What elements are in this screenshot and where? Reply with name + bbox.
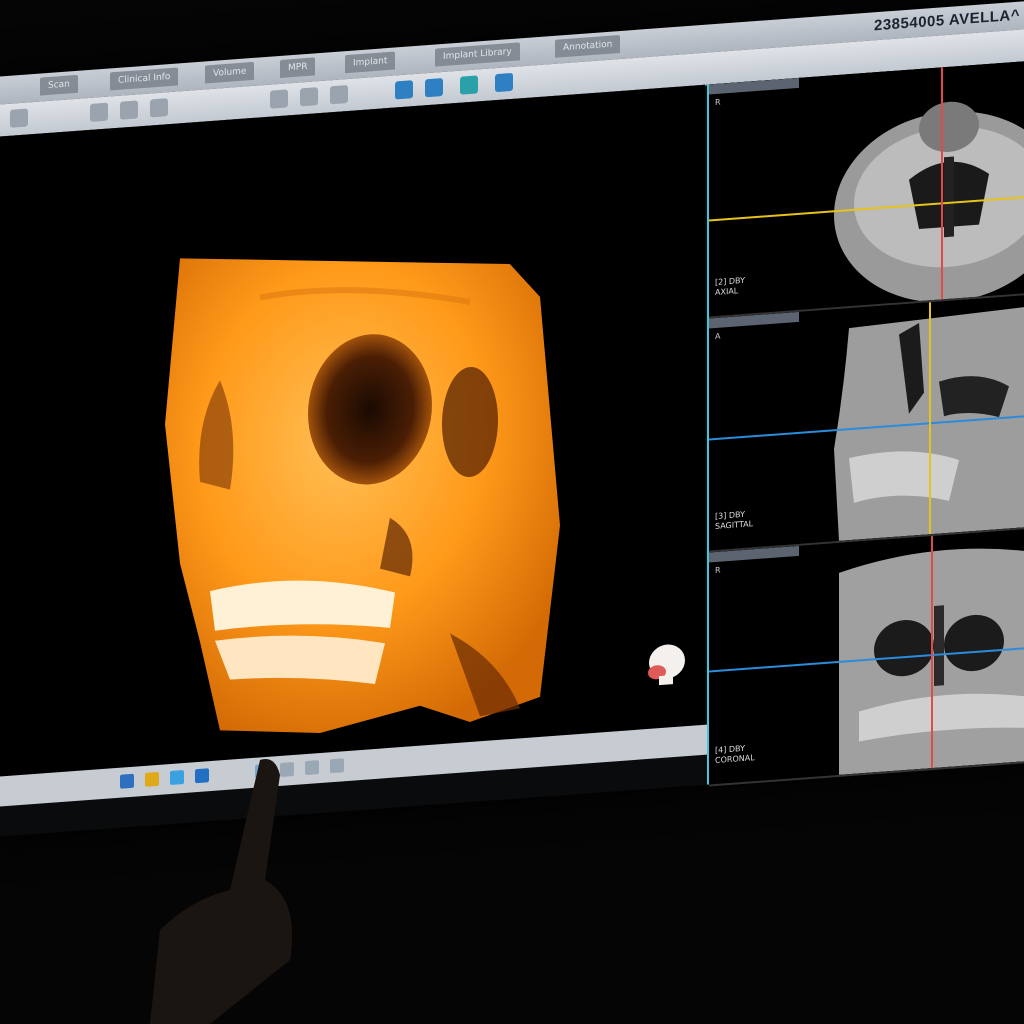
tab-implant[interactable]: Implant bbox=[345, 51, 396, 74]
skull-3d-rendering bbox=[165, 258, 560, 734]
tab-scan[interactable]: Scan bbox=[40, 74, 78, 96]
pointing-hand bbox=[150, 759, 293, 1024]
taskbar-app-icon[interactable] bbox=[120, 773, 134, 789]
angle-icon[interactable] bbox=[300, 87, 318, 107]
layout-icon[interactable] bbox=[395, 80, 413, 100]
axial-label: [2] DBY AXIAL bbox=[715, 275, 745, 298]
export-icon[interactable] bbox=[460, 75, 478, 95]
zoom-icon[interactable] bbox=[120, 100, 138, 120]
yellow-crosshair[interactable] bbox=[929, 302, 931, 535]
coronal-label: [4] DBY CORONAL bbox=[715, 743, 755, 766]
coronal-pane[interactable]: R [4] DBY CORONAL bbox=[709, 526, 1024, 787]
tab-implant-library[interactable]: Implant Library bbox=[435, 42, 520, 67]
coronal-slice-image bbox=[839, 548, 1024, 775]
tab-annotation[interactable]: Annotation bbox=[555, 34, 621, 58]
tab-clinical-info[interactable]: Clinical Info bbox=[110, 67, 179, 91]
camera-icon[interactable] bbox=[425, 77, 443, 98]
window-level-icon[interactable] bbox=[330, 84, 348, 105]
app-icon[interactable] bbox=[330, 758, 344, 774]
sagittal-label: [3] DBY SAGITTAL bbox=[715, 509, 754, 532]
rotate-icon[interactable] bbox=[90, 102, 108, 122]
monitor-screen: Scan Clinical Info Volume MPR Implant Im… bbox=[0, 0, 1024, 838]
photo-scene: Scan Clinical Info Volume MPR Implant Im… bbox=[0, 0, 1024, 1024]
volume-3d-viewport[interactable] bbox=[0, 84, 705, 777]
pan-icon[interactable] bbox=[150, 98, 168, 118]
sagittal-slice-image bbox=[834, 302, 1024, 541]
red-crosshair[interactable] bbox=[931, 536, 933, 769]
tab-mpr[interactable]: MPR bbox=[280, 57, 316, 78]
red-crosshair[interactable] bbox=[941, 67, 943, 300]
orientation-skull-icon[interactable] bbox=[643, 640, 687, 689]
mpr-panes: R [2] DBY AXIAL A [3] DBY SAGITTAL R [4]… bbox=[707, 58, 1024, 787]
settings-icon[interactable] bbox=[495, 72, 513, 93]
sagittal-pane[interactable]: A [3] DBY SAGITTAL bbox=[709, 292, 1024, 553]
tab-volume[interactable]: Volume bbox=[205, 61, 255, 84]
axial-pane[interactable]: R [2] DBY AXIAL bbox=[709, 58, 1024, 319]
select-icon[interactable] bbox=[10, 108, 28, 128]
axial-slice-image bbox=[834, 101, 1024, 303]
measure-icon[interactable] bbox=[270, 89, 288, 109]
